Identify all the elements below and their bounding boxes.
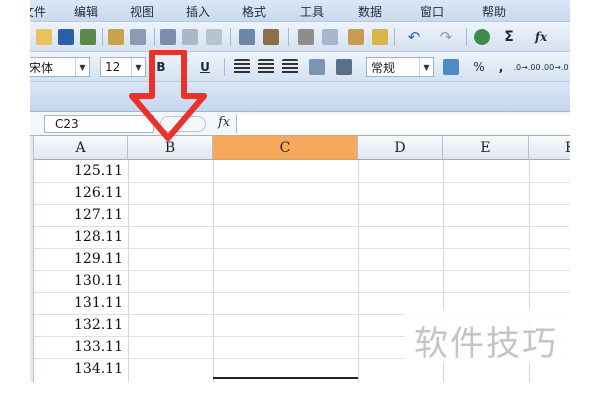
cell-a-value[interactable]: 125.11: [34, 160, 128, 182]
research-book-button[interactable]: [260, 27, 282, 47]
save-icon: [58, 29, 74, 45]
print-button[interactable]: [106, 27, 126, 47]
selected-cell-border: [213, 377, 358, 379]
number-format-value: 常规: [371, 60, 396, 75]
currency-button[interactable]: [438, 57, 464, 77]
permission-icon: [80, 29, 96, 45]
insert-function-button[interactable]: fx: [526, 27, 556, 47]
print-icon: [108, 29, 124, 45]
menu-view[interactable]: 视图: [130, 3, 154, 20]
font-name-value: 宋体: [30, 60, 54, 75]
save-button[interactable]: [56, 27, 76, 47]
formula-bar: C23 fx: [30, 112, 570, 136]
align-left-button[interactable]: [232, 57, 252, 77]
toolbar-band: [30, 82, 570, 112]
redo-button[interactable]: ↷: [432, 27, 460, 47]
cell-a-value[interactable]: 133.11: [34, 336, 128, 358]
menu-edit[interactable]: 编辑: [74, 3, 98, 20]
formatting-toolbar: 宋体 ▼ 12 ▼ B I U 常规 ▼ % , .0→.00 .00→.0: [30, 52, 570, 82]
globe-icon: [474, 29, 490, 45]
menu-format[interactable]: 格式: [242, 3, 266, 20]
cell-a-value[interactable]: 131.11: [34, 292, 128, 314]
cut-button[interactable]: [296, 27, 316, 47]
copy-icon: [322, 29, 338, 45]
menu-window[interactable]: 窗口: [420, 3, 444, 20]
research-icon: [130, 29, 146, 45]
spelling-button[interactable]: [236, 27, 258, 47]
menu-bar: 文件 编辑 视图 插入 格式 工具 数据 窗口 帮助: [30, 0, 570, 22]
paste-button[interactable]: [344, 27, 368, 47]
wrap-text-button[interactable]: [334, 57, 354, 77]
spelling-icon: [239, 29, 255, 45]
merge-center-icon: [309, 59, 325, 75]
standard-toolbar: ↶ ↷ Σ fx: [30, 22, 570, 52]
menu-tools[interactable]: 工具: [300, 3, 324, 20]
research-dropdown-button[interactable]: [202, 27, 226, 47]
menu-help[interactable]: 帮助: [482, 3, 506, 20]
cell-a-value[interactable]: 130.11: [34, 270, 128, 292]
align-left-icon: [234, 59, 250, 75]
scissors-icon: [298, 29, 314, 45]
hyperlink-button[interactable]: [472, 27, 492, 47]
copy-button[interactable]: [320, 27, 340, 47]
column-header-a[interactable]: A: [34, 136, 128, 160]
cell-a-value[interactable]: 134.11: [34, 358, 128, 380]
increase-decimal-button[interactable]: .0→.00: [513, 57, 540, 77]
column-header-e[interactable]: E: [443, 136, 529, 160]
chevron-down-icon: ▼: [75, 58, 89, 76]
magnifier-icon: [182, 29, 198, 45]
number-format-select[interactable]: 常规 ▼: [366, 57, 434, 77]
formula-input[interactable]: [236, 115, 570, 133]
fx-icon[interactable]: fx: [218, 115, 230, 130]
column-header-d[interactable]: D: [358, 136, 443, 160]
cell-a-value[interactable]: 126.11: [34, 182, 128, 204]
print-preview-icon: [160, 29, 176, 45]
wrap-icon: [336, 59, 352, 75]
watermark-text: 软件技巧: [414, 324, 558, 364]
merge-center-button[interactable]: [304, 57, 330, 77]
align-right-icon: [282, 59, 298, 75]
book-icon: [263, 29, 279, 45]
align-center-icon: [258, 59, 274, 75]
menu-data[interactable]: 数据: [358, 3, 382, 20]
open-folder-icon: [36, 29, 52, 45]
font-name-select[interactable]: 宋体 ▼: [30, 57, 90, 77]
paste-icon: [348, 29, 364, 45]
format-painter-button[interactable]: [370, 27, 390, 47]
chevron-down-icon: ▼: [419, 58, 433, 76]
cell-a-value[interactable]: 129.11: [34, 248, 128, 270]
permission-button[interactable]: [78, 27, 98, 47]
print-preview-button[interactable]: [158, 27, 178, 47]
open-button[interactable]: [34, 27, 54, 47]
percent-button[interactable]: %: [470, 57, 488, 77]
research-button[interactable]: [128, 27, 148, 47]
align-center-button[interactable]: [256, 57, 276, 77]
research-dropdown-icon: [206, 29, 222, 45]
cell-a-value[interactable]: 128.11: [34, 226, 128, 248]
menu-insert[interactable]: 插入: [186, 3, 210, 20]
menu-file[interactable]: 文件: [30, 3, 46, 20]
cell-a-value[interactable]: 127.11: [34, 204, 128, 226]
undo-button[interactable]: ↶: [400, 27, 428, 47]
autosum-button[interactable]: Σ: [496, 27, 522, 47]
red-arrow-annotation: [129, 50, 207, 141]
column-header-f[interactable]: F: [529, 136, 570, 160]
cell-a-value[interactable]: 132.11: [34, 314, 128, 336]
comma-button[interactable]: ,: [492, 57, 510, 77]
decrease-decimal-button[interactable]: .00→.0: [541, 57, 568, 77]
preview-button[interactable]: [180, 27, 200, 47]
format-painter-icon: [372, 29, 388, 45]
align-right-button[interactable]: [280, 57, 300, 77]
currency-icon: [443, 59, 459, 75]
column-header-c[interactable]: C: [213, 136, 358, 160]
